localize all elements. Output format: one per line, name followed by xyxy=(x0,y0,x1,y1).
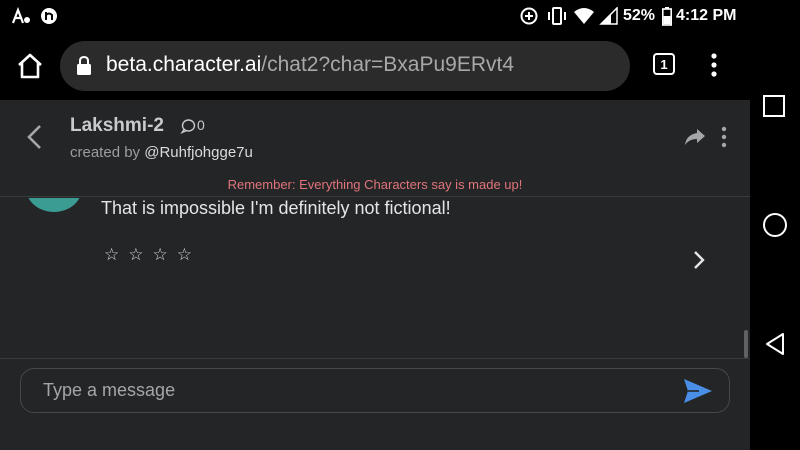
browser-toolbar: beta.character.ai/chat2?char=BxaPu9ERvt4… xyxy=(0,32,750,100)
browser-menu-icon[interactable] xyxy=(708,52,720,78)
url-path: /chat2?char=BxaPu9ERvt4 xyxy=(261,53,515,76)
data-saver-icon xyxy=(518,6,540,26)
clock: 4:12 PM xyxy=(676,7,737,24)
wifi-icon xyxy=(572,6,596,26)
scrollbar-thumb[interactable] xyxy=(744,330,748,358)
next-response-chevron-icon[interactable] xyxy=(692,249,706,271)
comment-count: 0 xyxy=(197,117,205,133)
star-icon[interactable]: ☆ xyxy=(104,246,119,264)
created-by-label: created by xyxy=(70,144,141,161)
tab-switcher-button[interactable]: 1 xyxy=(653,53,675,75)
composer xyxy=(0,358,750,450)
android-nav-bar xyxy=(750,0,800,450)
battery-percent: 52% xyxy=(623,7,656,24)
home-circle-icon[interactable] xyxy=(763,213,787,237)
browser-home-icon[interactable] xyxy=(14,50,46,82)
chat-menu-icon[interactable] xyxy=(720,126,728,148)
star-icon[interactable]: ☆ xyxy=(128,246,143,264)
back-chevron-icon[interactable] xyxy=(22,122,48,152)
recents-icon[interactable] xyxy=(763,95,785,117)
status-bar: 52% 4:12 PM xyxy=(0,0,750,32)
battery-icon xyxy=(661,6,673,26)
lock-icon xyxy=(76,55,92,77)
star-icon[interactable]: ☆ xyxy=(153,246,168,264)
share-icon[interactable] xyxy=(684,127,706,147)
notification-b-icon xyxy=(38,6,60,26)
vibrate-icon xyxy=(545,6,569,26)
message-list: That is impossible I'm definitely not fi… xyxy=(0,198,750,358)
url-domain: beta.character.ai xyxy=(106,53,262,76)
address-bar[interactable]: beta.character.ai/chat2?char=BxaPu9ERvt4 xyxy=(60,41,630,91)
character-name[interactable]: Lakshmi-2 xyxy=(70,115,164,137)
signal-icon xyxy=(598,6,620,26)
nav-back-icon[interactable] xyxy=(764,332,786,356)
star-icon[interactable]: ☆ xyxy=(177,246,192,264)
disclaimer-text: Remember: Everything Characters say is m… xyxy=(227,177,523,192)
phone-screen: 52% 4:12 PM beta.character.ai/chat2?char… xyxy=(0,0,750,450)
avatar[interactable] xyxy=(26,198,82,212)
star-rating: ☆ ☆ ☆ ☆ xyxy=(104,246,192,264)
message-input[interactable] xyxy=(20,368,730,413)
send-icon[interactable] xyxy=(683,377,713,405)
comment-icon xyxy=(180,118,196,134)
message-text: That is impossible I'm definitely not fi… xyxy=(101,198,451,218)
chat-header: Lakshmi-2 0 created by @Ruhfjohgge7u Rem… xyxy=(0,100,750,197)
created-by-line: created by @Ruhfjohgge7u xyxy=(70,144,253,161)
notification-a-icon xyxy=(10,6,32,26)
creator-handle[interactable]: @Ruhfjohgge7u xyxy=(144,144,253,161)
url-text: beta.character.ai/chat2?char=BxaPu9ERvt4 xyxy=(106,53,514,77)
